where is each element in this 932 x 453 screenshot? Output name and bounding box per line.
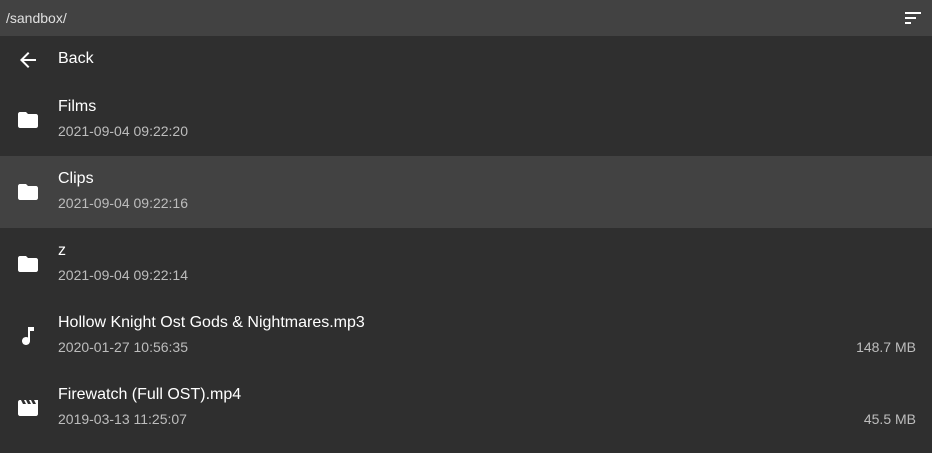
item-name: Clips	[58, 170, 94, 187]
item-name: Firewatch (Full OST).mp4	[58, 386, 242, 403]
item-name: Films	[58, 98, 97, 115]
item-size: 148.7 MB	[856, 339, 916, 355]
list-item-firewatch-mp4[interactable]: Firewatch (Full OST).mp4 2019-03-13 11:2…	[0, 372, 932, 444]
item-size: 45.5 MB	[863, 411, 916, 427]
list-item-films[interactable]: Films 2021-09-04 09:22:20	[0, 84, 932, 156]
item-name: z	[58, 242, 66, 259]
folder-icon	[18, 256, 38, 272]
current-path: /sandbox/	[6, 10, 67, 26]
file-list: Back Films 2021-09-04 09:22:20 Clips 202…	[0, 36, 932, 444]
item-date: 2021-09-04 09:22:14	[58, 267, 188, 283]
folder-icon	[18, 112, 38, 128]
list-item-clips[interactable]: Clips 2021-09-04 09:22:16	[0, 156, 932, 228]
list-item-hollow-knight-mp3[interactable]: Hollow Knight Ost Gods & Nightmares.mp3 …	[0, 300, 932, 372]
folder-icon	[18, 184, 38, 200]
back-button[interactable]: Back	[0, 36, 932, 84]
arrow-left-icon	[20, 52, 36, 68]
list-item-z[interactable]: z 2021-09-04 09:22:14	[0, 228, 932, 300]
item-date: 2021-09-04 09:22:16	[58, 195, 188, 211]
item-date: 2019-03-13 11:25:07	[58, 411, 187, 427]
movie-icon	[18, 400, 38, 416]
music-note-icon	[22, 327, 34, 345]
item-date: 2020-01-27 10:56:35	[58, 339, 188, 355]
back-label: Back	[58, 50, 94, 67]
item-name: Hollow Knight Ost Gods & Nightmares.mp3	[58, 314, 365, 331]
item-date: 2021-09-04 09:22:20	[58, 123, 188, 139]
top-bar: /sandbox/	[0, 0, 932, 36]
sort-icon[interactable]	[905, 11, 921, 25]
